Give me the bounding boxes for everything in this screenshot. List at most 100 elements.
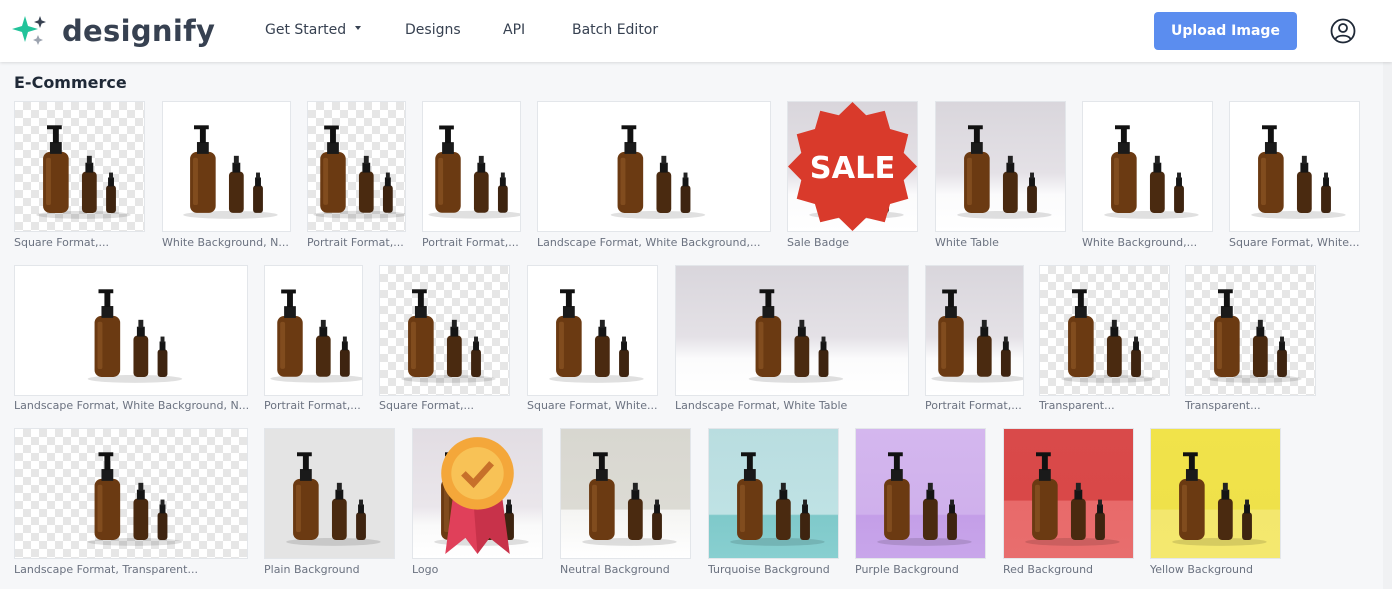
design-card[interactable]: Landscape Format, Transparent... — [14, 428, 248, 577]
design-thumbnail[interactable] — [1039, 265, 1170, 396]
design-card[interactable]: Plain Background — [264, 428, 395, 577]
nav-designs[interactable]: Designs — [405, 22, 461, 38]
design-caption: Red Background — [1003, 563, 1094, 576]
design-thumbnail[interactable] — [708, 428, 839, 559]
design-card[interactable]: Portrait Format,... — [925, 265, 1024, 413]
design-caption: Logo — [412, 563, 439, 576]
design-card[interactable]: Portrait Format,... — [264, 265, 363, 413]
design-thumbnail[interactable] — [1082, 101, 1213, 232]
upload-image-button[interactable]: Upload Image — [1154, 12, 1297, 50]
product-bottles-image — [36, 125, 131, 219]
design-thumbnail[interactable] — [379, 265, 510, 396]
scrollbar[interactable] — [1383, 62, 1392, 589]
nav-get-started[interactable]: Get Started — [265, 22, 362, 38]
design-caption: Plain Background — [264, 563, 360, 576]
design-caption: Yellow Background — [1150, 563, 1253, 576]
design-thumbnail[interactable] — [14, 101, 145, 232]
design-thumbnail[interactable] — [264, 265, 363, 396]
design-thumbnail[interactable] — [307, 101, 406, 232]
design-thumbnail[interactable] — [162, 101, 291, 232]
product-bottles-image — [286, 452, 381, 546]
nav-get-started-label: Get Started — [265, 22, 347, 38]
award-ribbon-icon — [441, 437, 514, 554]
sale-badge-icon: SALE — [788, 102, 917, 231]
product-bottles-image — [610, 125, 706, 219]
section-title: E-Commerce — [14, 73, 127, 92]
design-caption: Square Format, White... — [1229, 236, 1360, 249]
sale-badge-label: SALE — [810, 151, 895, 186]
design-thumbnail[interactable] — [925, 265, 1024, 396]
design-caption: Square Format, White... — [527, 399, 658, 412]
design-thumbnail[interactable] — [1185, 265, 1316, 396]
design-thumbnail[interactable] — [412, 428, 543, 559]
design-caption: Landscape Format, Transparent... — [14, 563, 198, 576]
design-card[interactable]: Square Format, White... — [1229, 101, 1360, 250]
design-card[interactable]: Square Format, White... — [527, 265, 658, 413]
design-thumbnail[interactable] — [537, 101, 771, 232]
design-thumbnail[interactable] — [422, 101, 521, 232]
product-bottles-image — [401, 289, 496, 383]
design-card[interactable]: Yellow Background — [1150, 428, 1281, 577]
nav-batch-editor[interactable]: Batch Editor — [572, 22, 658, 38]
design-caption: Transparent... — [1039, 399, 1115, 412]
user-account-icon[interactable] — [1330, 18, 1356, 44]
design-thumbnail[interactable] — [527, 265, 658, 396]
product-bottles-image — [428, 125, 520, 219]
product-bottles-image — [87, 289, 183, 383]
design-card[interactable]: Square Format,... — [379, 265, 510, 413]
design-card[interactable]: Landscape Format, White Table — [675, 265, 909, 413]
design-thumbnail[interactable] — [675, 265, 909, 396]
design-caption: Neutral Background — [560, 563, 670, 576]
design-caption: Landscape Format, White Background,... — [537, 236, 761, 249]
design-caption: Square Format,... — [379, 399, 474, 412]
product-bottles-image — [957, 125, 1052, 219]
design-card[interactable]: Transparent... — [1039, 265, 1170, 413]
design-caption: Landscape Format, White Table — [675, 399, 848, 412]
design-card[interactable]: White Background, N... — [162, 101, 291, 250]
product-bottles-image — [1172, 452, 1267, 546]
product-bottles-image — [87, 452, 183, 546]
design-card[interactable]: Turquoise Background — [708, 428, 839, 577]
design-thumbnail[interactable] — [1229, 101, 1360, 232]
design-card[interactable]: Square Format,... — [14, 101, 145, 250]
product-bottles-image — [931, 289, 1023, 383]
design-card[interactable]: Neutral Background — [560, 428, 691, 577]
design-caption: Portrait Format,... — [925, 399, 1022, 412]
design-card[interactable]: Transparent... — [1185, 265, 1316, 413]
design-thumbnail[interactable] — [560, 428, 691, 559]
design-caption: Square Format,... — [14, 236, 109, 249]
design-card[interactable]: Logo — [412, 428, 543, 577]
product-bottles-image — [1104, 125, 1199, 219]
design-thumbnail[interactable]: SALE — [787, 101, 918, 232]
product-bottles-image — [183, 125, 278, 219]
design-card[interactable]: White Background,... — [1082, 101, 1213, 250]
product-bottles-image — [1251, 125, 1346, 219]
design-thumbnail[interactable] — [14, 428, 248, 559]
design-card[interactable]: Landscape Format, White Background,... — [537, 101, 771, 250]
top-navbar: designify Get Started Designs API Batch … — [0, 0, 1392, 62]
design-caption: Sale Badge — [787, 236, 850, 249]
design-card[interactable]: Portrait Format,... — [422, 101, 521, 250]
design-card[interactable]: Red Background — [1003, 428, 1134, 577]
design-thumbnail[interactable] — [264, 428, 395, 559]
designify-logo[interactable]: designify — [12, 12, 215, 50]
design-thumbnail[interactable] — [855, 428, 986, 559]
design-card[interactable]: Landscape Format, White Background, N... — [14, 265, 249, 413]
design-thumbnail[interactable] — [1003, 428, 1134, 559]
design-thumbnail[interactable] — [935, 101, 1066, 232]
design-card[interactable]: Portrait Format,... — [307, 101, 406, 250]
product-bottles-image — [877, 452, 972, 546]
product-bottles-image — [313, 125, 405, 219]
nav-api[interactable]: API — [503, 22, 525, 38]
product-bottles-image — [1061, 289, 1156, 383]
product-bottles-image — [730, 452, 825, 546]
design-caption: Portrait Format,... — [264, 399, 361, 412]
design-thumbnail[interactable] — [14, 265, 248, 396]
design-thumbnail[interactable] — [1150, 428, 1281, 559]
design-card[interactable]: Purple Background — [855, 428, 986, 577]
design-card[interactable]: SALE Sale Badge — [787, 101, 918, 250]
product-bottles-image — [1025, 452, 1120, 546]
design-card[interactable]: White Table — [935, 101, 1066, 250]
design-caption: Portrait Format,... — [422, 236, 519, 249]
product-bottles-image — [1207, 289, 1302, 383]
